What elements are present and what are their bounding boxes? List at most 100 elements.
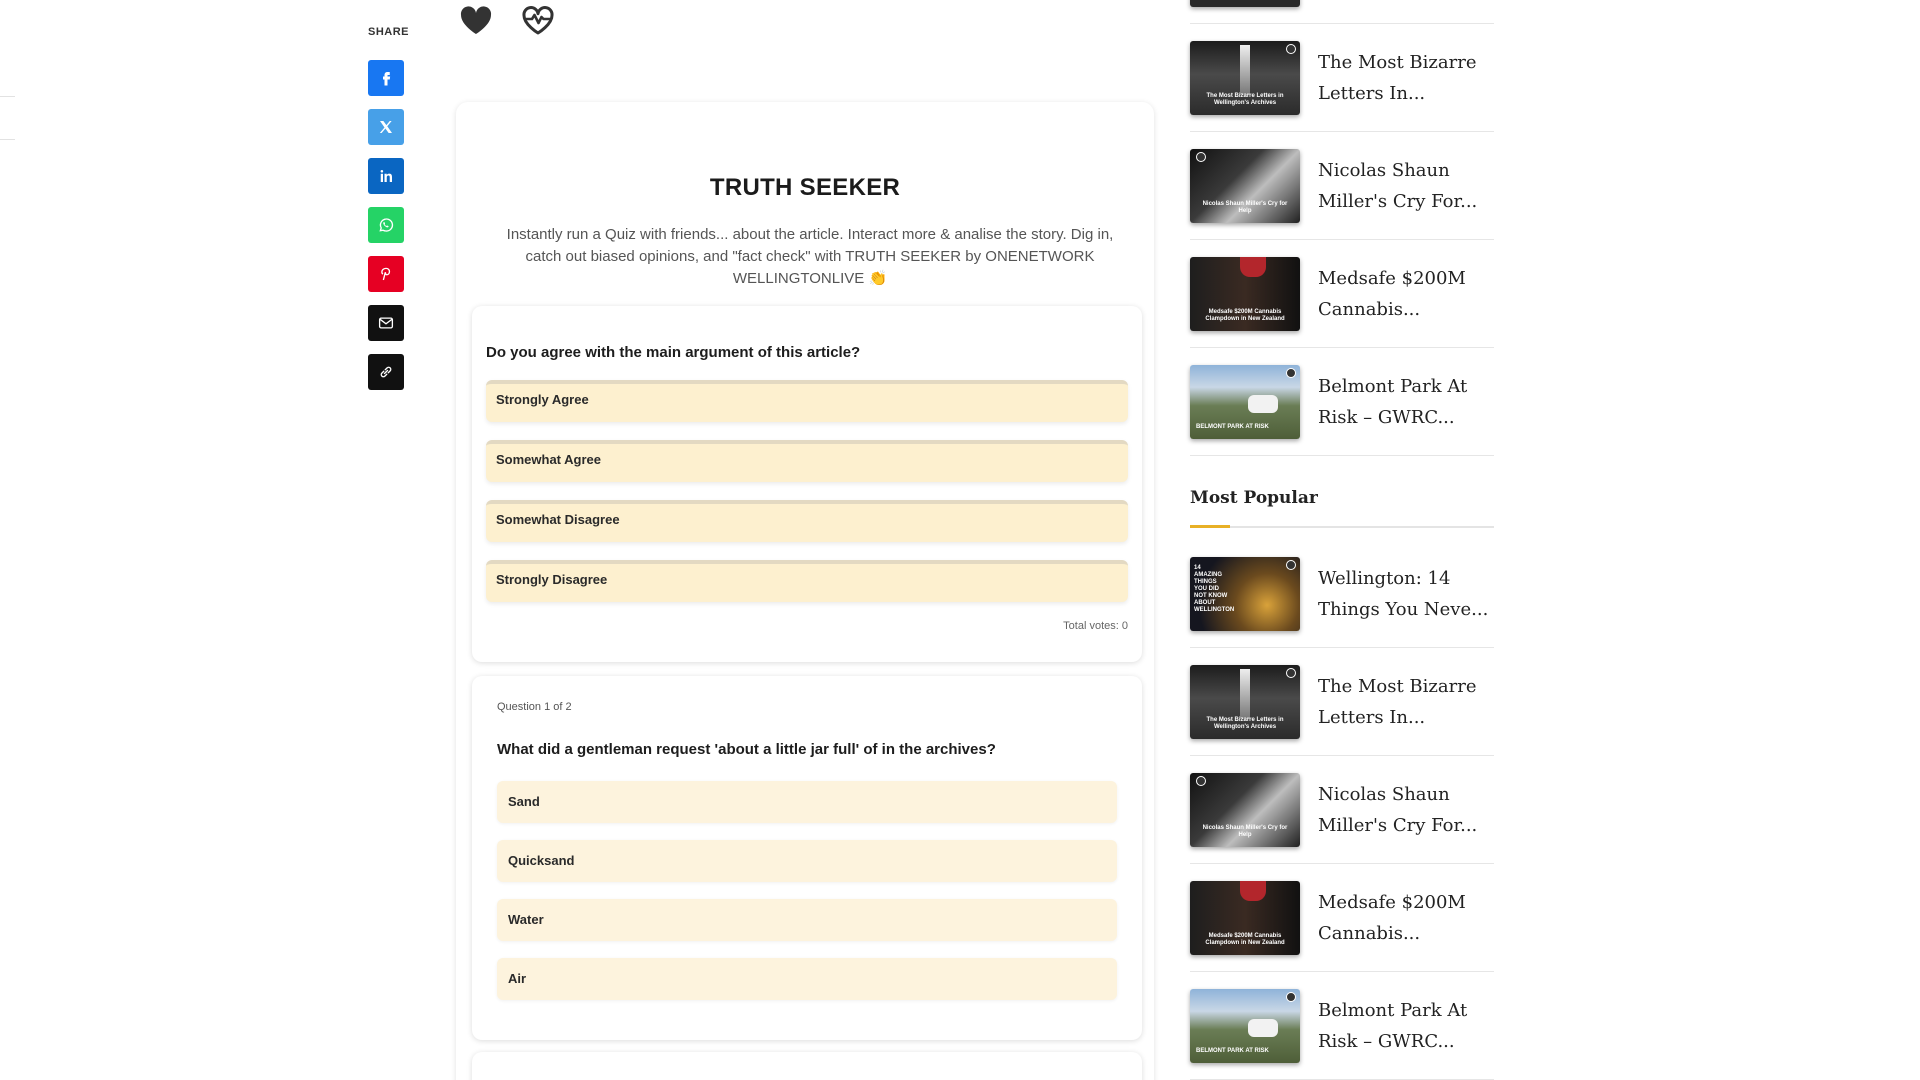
reactions <box>458 4 556 36</box>
article-page: SHARE TRUTH SEEKER Instantly run a Quiz … <box>0 0 1920 1080</box>
thumbnail-caption: BELMONT PARK AT RISK <box>1196 1047 1269 1054</box>
quiz-description: Instantly run a Quiz with friends... abo… <box>506 226 1114 287</box>
thumbnail-figure <box>1240 880 1266 901</box>
title-line: The Most Bizarre <box>1318 675 1477 697</box>
title-line: Wellington: 14 <box>1318 567 1451 589</box>
poll-option[interactable]: Somewhat Disagree <box>486 500 1128 542</box>
title-line: Miller's Cry For... <box>1318 814 1478 836</box>
title-line: The Most Bizarre <box>1318 51 1477 73</box>
thumbnail-figure <box>1248 1018 1278 1037</box>
sidebar-article-item[interactable]: BELMONT PARK AT RISK Belmont Park At Ris… <box>1190 972 1494 1080</box>
thumbnail-figure <box>1248 394 1278 413</box>
link-icon <box>380 366 392 378</box>
title-line: Miller's Cry For... <box>1318 190 1478 212</box>
trivia-option[interactable]: Quicksand <box>497 840 1117 882</box>
brand-badge-icon <box>1286 43 1296 54</box>
poll-option[interactable]: Strongly Disagree <box>486 560 1128 602</box>
sidebar-article-title[interactable]: Wellington: 14 Things You Neve... <box>1318 563 1488 625</box>
thumbnail-caption: The Most Bizarre Letters in Wellington's… <box>1206 92 1284 106</box>
sidebar-article-item[interactable]: Nicolas Shaun Miller's Cry for Help Nico… <box>1190 132 1494 240</box>
poll-option[interactable]: Strongly Agree <box>486 380 1128 422</box>
heading-accent-bar <box>1190 525 1230 528</box>
heartbeat-icon[interactable] <box>520 4 556 36</box>
brand-badge-icon <box>1286 991 1296 1002</box>
title-line: Medsafe $200M <box>1318 891 1466 913</box>
heart-icon[interactable] <box>458 4 494 36</box>
edge-tab[interactable] <box>0 96 15 140</box>
trivia-option[interactable]: Water <box>497 899 1117 941</box>
sidebar-article-title[interactable]: Medsafe $200M Cannabis... <box>1318 263 1466 325</box>
brand-badge-icon <box>1286 667 1296 678</box>
x-icon <box>379 121 392 133</box>
linkedin-icon <box>380 170 392 182</box>
most-popular-heading: Most Popular <box>1190 488 1494 528</box>
poll-question: Do you agree with the main argument of t… <box>486 344 861 361</box>
x-share-button[interactable] <box>368 109 404 145</box>
next-question-card <box>472 1052 1142 1080</box>
share-sidebar: SHARE <box>368 26 410 403</box>
sidebar-article-title[interactable]: The Most Bizarre Letters In... <box>1318 47 1477 109</box>
sidebar-article-item[interactable]: BELMONT PARK AT RISK Belmont Park At Ris… <box>1190 348 1494 456</box>
thumbnail-caption: The Most Bizarre Letters in Wellington's… <box>1206 716 1284 730</box>
article-thumbnail: Nicolas Shaun Miller's Cry for Help <box>1190 148 1300 223</box>
article-thumbnail: Nicolas Shaun Miller's Cry for Help <box>1190 772 1300 847</box>
sidebar-article-item[interactable]: 14 AMAZING THINGS YOU DID NOT KNOW ABOUT… <box>1190 540 1494 648</box>
article-thumbnail <box>1190 0 1300 7</box>
title-line: Letters In... <box>1318 82 1426 104</box>
section-title: Most Popular <box>1190 488 1318 508</box>
poll-option[interactable]: Somewhat Agree <box>486 440 1128 482</box>
email-share-button[interactable] <box>368 305 404 341</box>
title-line: Risk – GWRC... <box>1318 1030 1455 1052</box>
whatsapp-icon <box>379 218 394 232</box>
article-thumbnail: The Most Bizarre Letters in Wellington's… <box>1190 40 1300 115</box>
whatsapp-share-button[interactable] <box>368 207 404 243</box>
article-thumbnail: The Most Bizarre Letters in Wellington's… <box>1190 664 1300 739</box>
title-line: Nicolas Shaun <box>1318 159 1450 181</box>
article-thumbnail: 14 AMAZING THINGS YOU DID NOT KNOW ABOUT… <box>1190 556 1300 631</box>
sidebar-article-title[interactable]: Belmont Park At Risk – GWRC... <box>1318 371 1467 433</box>
sidebar-article-title[interactable]: Belmont Park At Risk – GWRC... <box>1318 995 1467 1057</box>
title-line: Belmont Park At <box>1318 375 1468 397</box>
article-thumbnail: Medsafe $200M Cannabis Clampdown in New … <box>1190 256 1300 331</box>
trivia-option[interactable]: Sand <box>497 781 1117 823</box>
title-line: Nicolas Shaun <box>1318 783 1450 805</box>
thumbnail-caption: Medsafe $200M Cannabis Clampdown in New … <box>1205 308 1285 322</box>
sidebar-article-title[interactable]: Nicolas Shaun Miller's Cry For... <box>1318 779 1477 841</box>
brand-badge-icon <box>1196 775 1206 786</box>
title-line: Risk – GWRC... <box>1318 406 1455 428</box>
facebook-icon <box>383 72 391 86</box>
brand-badge-icon <box>1196 151 1206 162</box>
poll-total-votes: Total votes: 0 <box>1063 620 1128 632</box>
article-thumbnail: BELMONT PARK AT RISK <box>1190 364 1300 439</box>
pinterest-share-button[interactable] <box>368 256 404 292</box>
sidebar-article-title[interactable]: Medsafe $200M Cannabis... <box>1318 887 1466 949</box>
mail-icon <box>378 317 394 329</box>
title-line: Belmont Park At <box>1318 999 1468 1021</box>
copy-link-button[interactable] <box>368 354 404 390</box>
sidebar-article-title[interactable]: The Most Bizarre Letters In... <box>1318 671 1477 733</box>
title-line: Cannabis... <box>1318 298 1421 320</box>
article-thumbnail: Medsafe $200M Cannabis Clampdown in New … <box>1190 880 1300 955</box>
trivia-option[interactable]: Air <box>497 958 1117 1000</box>
sidebar-article-item[interactable]: The Most Bizarre Letters in Wellington's… <box>1190 24 1494 132</box>
sidebar-article-item[interactable]: The Most Bizarre Letters in Wellington's… <box>1190 648 1494 756</box>
sidebar-article-title[interactable]: Nicolas Shaun Miller's Cry For... <box>1318 155 1477 217</box>
thumbnail-caption: BELMONT PARK AT RISK <box>1196 423 1269 430</box>
title-line: Medsafe $200M <box>1318 267 1466 289</box>
sidebar-article-item[interactable]: Medsafe $200M Cannabis Clampdown in New … <box>1190 240 1494 348</box>
sidebar-article-item[interactable] <box>1190 0 1494 24</box>
facebook-share-button[interactable] <box>368 60 404 96</box>
thumbnail-figure <box>1240 44 1250 95</box>
thumbnail-caption: Medsafe $200M Cannabis Clampdown in New … <box>1205 932 1285 946</box>
title-line: Cannabis... <box>1318 922 1421 944</box>
pinterest-icon <box>381 267 391 281</box>
question-counter: Question 1 of 2 <box>497 701 572 713</box>
share-label: SHARE <box>368 26 410 38</box>
thumbnail-figure <box>1240 256 1266 277</box>
sidebar-article-item[interactable]: Nicolas Shaun Miller's Cry for Help Nico… <box>1190 756 1494 864</box>
linkedin-share-button[interactable] <box>368 158 404 194</box>
thumbnail-figure <box>1240 668 1250 719</box>
thumbnail-caption: 14 AMAZING THINGS YOU DID NOT KNOW ABOUT… <box>1194 564 1235 613</box>
sidebar-article-item[interactable]: Medsafe $200M Cannabis Clampdown in New … <box>1190 864 1494 972</box>
thumbnail-caption: Nicolas Shaun Miller's Cry for Help <box>1202 200 1288 214</box>
